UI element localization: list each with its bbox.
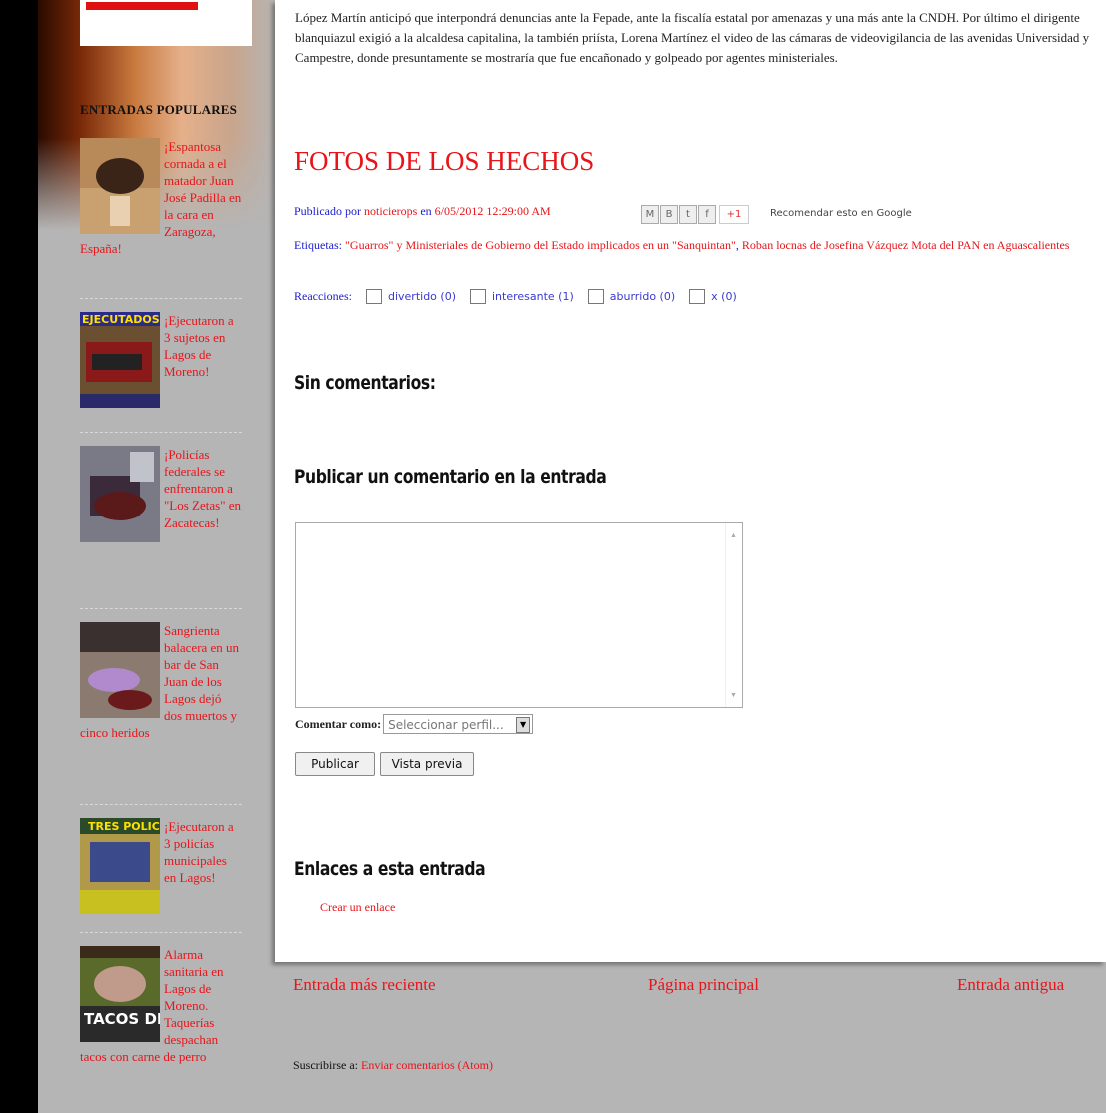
divider: [80, 608, 242, 609]
backlinks-heading: Enlaces a esta entrada: [294, 858, 486, 880]
comment-textarea[interactable]: ▲ ▼: [295, 522, 743, 708]
scroll-up-icon[interactable]: ▲: [730, 531, 737, 539]
published-on: en: [420, 204, 432, 218]
reaction-divertido[interactable]: divertido (0): [365, 289, 456, 304]
post-title[interactable]: FOTOS DE LOS HECHOS: [294, 146, 594, 177]
recommend-google-text: Recomendar esto en Google: [770, 208, 912, 219]
popular-post-item[interactable]: ¡Espantosa cornada a el matador Juan Jos…: [80, 138, 242, 257]
reaction-label: aburrido (0): [609, 290, 676, 303]
thumb-caption: TACOS DE: [84, 1010, 160, 1028]
thumb-caption: TRES POLIC: [88, 820, 160, 833]
preview-button[interactable]: Vista previa: [380, 752, 474, 776]
reaction-label: x (0): [711, 290, 737, 303]
tag-link[interactable]: Roban locnas de Josefina Vázquez Mota de…: [742, 238, 1070, 252]
share-buttons: M B t f +1: [641, 205, 749, 224]
divider: [80, 804, 242, 805]
reaction-checkbox[interactable]: [365, 289, 382, 304]
popular-post-item[interactable]: ¡Policías federales se enfrentaron a "Lo…: [80, 446, 242, 542]
popular-post-item[interactable]: Sangrienta balacera en un bar de San Jua…: [80, 622, 242, 741]
reaction-interesante[interactable]: interesante (1): [469, 289, 574, 304]
published-prefix: Publicado por: [294, 204, 361, 218]
post-tags: Etiquetas: "Guarros" y Ministeriales de …: [294, 238, 1070, 252]
textarea-scrollbar[interactable]: ▲ ▼: [725, 523, 742, 707]
reaction-checkbox[interactable]: [469, 289, 486, 304]
newer-post-link[interactable]: Entrada más reciente: [293, 975, 436, 995]
popular-posts-title: ENTRADAS POPULARES: [80, 102, 238, 117]
reaction-label: interesante (1): [491, 290, 574, 303]
crime-photo-icon[interactable]: [80, 622, 160, 718]
subscribe-prefix: Suscribirse a:: [293, 1058, 358, 1072]
tacos-photo-icon[interactable]: TACOS DE: [80, 946, 160, 1042]
main-content: López Martín anticipó que interpondrá de…: [275, 0, 1106, 962]
reaction-checkbox[interactable]: [689, 289, 706, 304]
create-link[interactable]: Crear un enlace: [320, 900, 395, 915]
comment-as-label: Comentar como:: [295, 716, 382, 731]
twitter-share-icon[interactable]: t: [679, 205, 697, 224]
reactions-label: Reacciones:: [294, 289, 352, 303]
publish-button[interactable]: Publicar: [295, 752, 375, 776]
reaction-aburrido[interactable]: aburrido (0): [587, 289, 676, 304]
reactions-bar: Reacciones: divertido (0) interesante (1…: [294, 289, 737, 304]
tags-label: Etiquetas:: [294, 238, 342, 252]
email-share-icon[interactable]: M: [641, 205, 659, 224]
divider: [80, 298, 242, 299]
news-photo-icon[interactable]: TRES POLIC: [80, 818, 160, 914]
publish-comment-heading: Publicar un comentario en la entrada: [294, 466, 607, 488]
widget-red-link-bar[interactable]: [86, 2, 198, 10]
subscribe-line: Suscribirse a: Enviar comentarios (Atom): [293, 1058, 493, 1073]
thumb-caption: EJECUTADOS: [82, 313, 160, 326]
bullfight-photo-icon[interactable]: [80, 138, 160, 234]
scroll-down-icon[interactable]: ▼: [730, 691, 737, 699]
news-photo-icon[interactable]: EJECUTADOS: [80, 312, 160, 408]
comments-heading: Sin comentarios:: [294, 372, 436, 394]
sidebar-widget-box: [80, 0, 252, 46]
popular-post-item[interactable]: EJECUTADOS ¡Ejecutaron a 3 sujetos en La…: [80, 312, 242, 408]
plus-one-button[interactable]: +1: [719, 205, 749, 224]
divider: [80, 432, 242, 433]
facebook-share-icon[interactable]: f: [698, 205, 716, 224]
profile-select[interactable]: Seleccionar perfil... ▼: [383, 714, 534, 734]
home-link[interactable]: Página principal: [648, 975, 759, 995]
profile-select-value: Seleccionar perfil...: [388, 718, 504, 732]
atom-feed-link[interactable]: Enviar comentarios (Atom): [361, 1058, 493, 1072]
post-byline: Publicado por noticierops en 6/05/2012 1…: [294, 204, 551, 219]
popular-post-item[interactable]: TRES POLIC ¡Ejecutaron a 3 policías muni…: [80, 818, 242, 914]
author-link[interactable]: noticierops: [364, 204, 417, 218]
chevron-down-icon[interactable]: ▼: [516, 717, 531, 733]
crime-photo-icon[interactable]: [80, 446, 160, 542]
popular-post-item[interactable]: TACOS DE Alarma sanitaria en Lagos de Mo…: [80, 946, 242, 1065]
divider: [80, 932, 242, 933]
older-post-link[interactable]: Entrada antigua: [957, 975, 1064, 995]
reaction-label: divertido (0): [387, 290, 456, 303]
tag-link[interactable]: "Guarros" y Ministeriales de Gobierno de…: [345, 238, 736, 252]
left-edge-bar: [0, 0, 38, 1113]
reaction-x[interactable]: x (0): [689, 289, 737, 304]
comment-as-row: Comentar como: Seleccionar perfil... ▼: [295, 714, 534, 734]
blog-share-icon[interactable]: B: [660, 205, 678, 224]
post-body-paragraph: López Martín anticipó que interpondrá de…: [295, 10, 1090, 65]
reaction-checkbox[interactable]: [587, 289, 604, 304]
timestamp-link[interactable]: 6/05/2012 12:29:00 AM: [435, 204, 551, 218]
